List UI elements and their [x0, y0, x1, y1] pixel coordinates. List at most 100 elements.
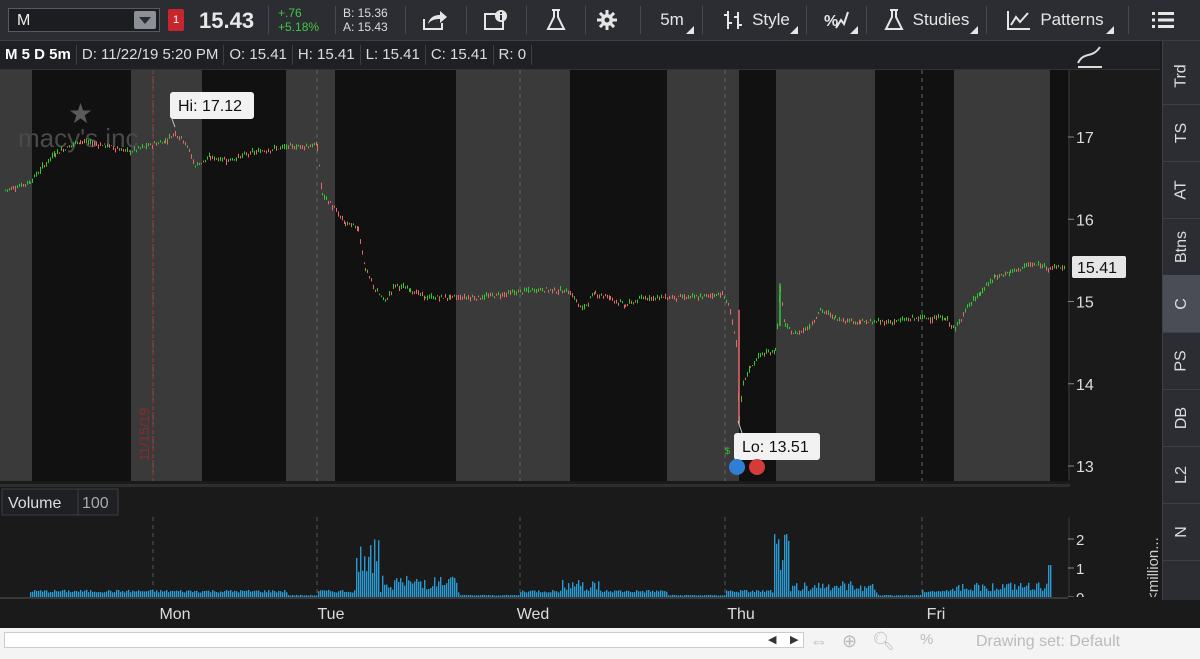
volume-bar — [562, 579, 564, 597]
volume-bar — [932, 590, 934, 597]
volume-bar — [296, 594, 298, 597]
volume-bar — [858, 588, 860, 597]
right-tab-ts[interactable]: TS — [1163, 104, 1200, 162]
right-tab-c[interactable]: C — [1163, 275, 1200, 333]
volume-bar — [82, 591, 84, 597]
earnings-marker-icon[interactable] — [729, 459, 745, 475]
crosshair-icon[interactable]: ⊕ — [842, 631, 857, 652]
alert-flag-icon[interactable]: 1 — [168, 9, 184, 31]
volume-bar — [624, 591, 626, 597]
volume-bar — [66, 592, 68, 597]
percent-icon[interactable]: % — [920, 631, 933, 648]
dividend-marker-icon[interactable] — [749, 459, 765, 475]
volume-bar — [264, 590, 266, 597]
volume-bar — [864, 586, 866, 597]
volume-bar — [80, 590, 82, 597]
volume-bar — [786, 533, 788, 597]
price-chart[interactable]: 11/15/19 ★ macy's inc 1716151413 Hi: 17.… — [0, 41, 1160, 629]
volume-bar — [728, 591, 730, 597]
volume-bar — [688, 595, 690, 597]
volume-bar — [318, 591, 320, 597]
scroll-left-arrow-icon[interactable]: ◀ — [768, 633, 776, 646]
volume-bar — [696, 595, 698, 597]
volume-bar — [118, 590, 120, 597]
volume-bar — [772, 592, 774, 597]
volume-bar — [818, 582, 820, 597]
studies-button[interactable]: Studies — [872, 0, 980, 40]
volume-bar — [168, 592, 170, 597]
volume-bar — [1030, 590, 1032, 597]
volume-bar — [284, 590, 286, 597]
volume-bar — [598, 581, 600, 597]
volume-bar — [110, 590, 112, 597]
bid-price: B: 15.36 — [343, 6, 388, 20]
timeframe-selector[interactable]: 5m — [648, 0, 696, 40]
volume-bar — [854, 589, 856, 597]
volume-bar — [372, 572, 374, 597]
right-tab-btns[interactable]: Btns — [1163, 218, 1200, 276]
flask-icon[interactable] — [533, 0, 579, 40]
zoom-icon[interactable]: 🔍︎ — [872, 631, 895, 652]
symbol-input[interactable]: M — [17, 12, 30, 30]
drawing-set-selector[interactable]: Drawing set: Default — [976, 633, 1120, 651]
volume-bar — [606, 590, 608, 597]
style-button[interactable]: Style — [712, 0, 800, 40]
volume-bar — [510, 595, 512, 597]
volume-bar — [504, 595, 506, 597]
volume-bar — [902, 595, 904, 597]
right-tab-db[interactable]: DB — [1163, 389, 1200, 447]
volume-bar — [460, 595, 462, 597]
volume-bar — [150, 589, 152, 597]
volume-bar — [978, 584, 980, 597]
volume-bar — [722, 595, 724, 597]
percent-chart-icon[interactable]: % — [812, 0, 860, 40]
volume-bar — [944, 591, 946, 597]
share-icon[interactable] — [412, 0, 458, 40]
right-tab-l2[interactable]: L2 — [1163, 446, 1200, 504]
volume-bar — [582, 582, 584, 597]
symbol-selector[interactable]: M — [8, 8, 160, 32]
volume-bar — [338, 591, 340, 597]
volume-bar — [48, 592, 50, 597]
volume-bar — [306, 595, 308, 597]
symbol-dropdown-arrow[interactable] — [134, 11, 156, 29]
session-band — [875, 70, 954, 481]
volume-bar — [952, 588, 954, 597]
info-icon[interactable] — [473, 0, 519, 40]
toolbar-divider — [986, 6, 987, 34]
patterns-button[interactable]: Patterns — [994, 0, 1116, 40]
right-tab-ps[interactable]: PS — [1163, 332, 1200, 390]
volume-bar — [478, 595, 480, 597]
volume-bar — [480, 595, 482, 597]
scroll-right-arrow-icon[interactable]: ▶ — [790, 633, 798, 646]
dropdown-corner-icon — [1106, 26, 1114, 34]
volume-value: 100 — [82, 495, 109, 512]
right-tab-n[interactable]: N — [1163, 503, 1200, 561]
volume-bar — [228, 591, 230, 597]
gear-icon[interactable] — [592, 0, 622, 40]
volume-bar — [878, 594, 880, 597]
auto-fit-icon[interactable] — [1072, 43, 1106, 69]
right-tab-label: Btns — [1172, 230, 1190, 263]
volume-bar — [278, 590, 280, 597]
menu-list-icon[interactable] — [1148, 0, 1178, 40]
right-tab-trd[interactable]: Trd — [1163, 47, 1200, 105]
dollar-marker-icon: $ — [725, 446, 730, 456]
volume-bar — [884, 594, 886, 597]
volume-bar — [352, 592, 354, 597]
expand-icon[interactable]: ⇔ — [810, 631, 828, 652]
volume-bar — [348, 591, 350, 597]
right-tab-at[interactable]: AT — [1163, 161, 1200, 219]
volume-bar — [100, 591, 102, 597]
bottom-bar: ◀ ▶ ⇔ ⊕ 🔍︎ % Drawing set: Default — [0, 628, 1200, 659]
horizontal-scrollbar[interactable] — [4, 632, 804, 648]
volume-bar — [506, 594, 508, 597]
volume-bar — [538, 590, 540, 597]
volume-bar — [644, 592, 646, 597]
volume-bar — [698, 595, 700, 597]
volume-bar — [140, 591, 142, 597]
volume-bar — [380, 591, 382, 597]
volume-bar — [992, 583, 994, 597]
volume-bar — [1048, 565, 1050, 597]
volume-bar — [102, 592, 104, 597]
